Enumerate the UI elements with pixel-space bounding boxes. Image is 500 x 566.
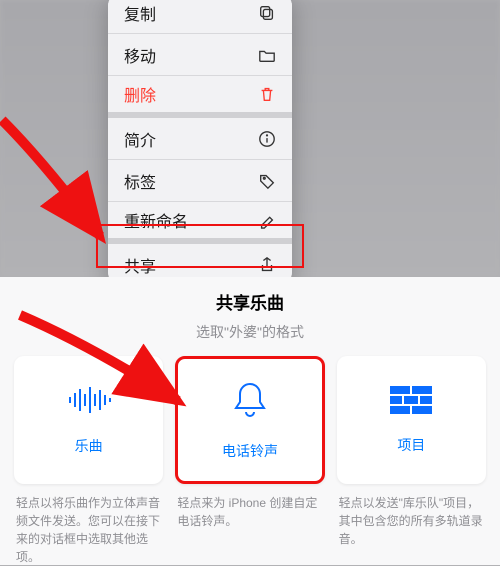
share-icon: [258, 256, 276, 274]
info-icon: [258, 130, 276, 148]
menu-item-delete[interactable]: 删除: [108, 76, 292, 118]
context-menu: 复制 移动 删除 简介 标签: [108, 0, 292, 286]
tile-label: 项目: [397, 435, 425, 455]
tile-label: 乐曲: [75, 436, 103, 456]
tile-card-song[interactable]: 乐曲: [14, 356, 163, 484]
menu-item-label: 简介: [124, 127, 156, 151]
menu-item-label: 删除: [124, 82, 156, 106]
tile-desc: 轻点以发送"库乐队"项目，其中包含您的所有多轨道录音。: [337, 494, 486, 548]
tile-desc: 轻点以将乐曲作为立体声音频文件发送。您可以在接下来的对话框中选取其他选项。: [14, 494, 163, 566]
menu-item-label: 标签: [124, 169, 156, 193]
menu-item-tag[interactable]: 标签: [108, 160, 292, 202]
tile-card-ringtone[interactable]: 电话铃声: [175, 356, 324, 484]
waveform-icon: [66, 385, 112, 420]
pencil-icon: [258, 211, 276, 229]
tile-song: 乐曲 轻点以将乐曲作为立体声音频文件发送。您可以在接下来的对话框中选取其他选项。: [14, 356, 163, 566]
tile-row: 乐曲 轻点以将乐曲作为立体声音频文件发送。您可以在接下来的对话框中选取其他选项。…: [0, 356, 500, 566]
tile-project: 项目 轻点以发送"库乐队"项目，其中包含您的所有多轨道录音。: [337, 356, 486, 566]
tile-ringtone: 电话铃声 轻点来为 iPhone 创建自定电话铃声。: [175, 356, 324, 566]
tag-icon: [258, 172, 276, 190]
menu-item-copy[interactable]: 复制: [108, 0, 292, 34]
menu-item-rename[interactable]: 重新命名: [108, 202, 292, 244]
tile-desc: 轻点来为 iPhone 创建自定电话铃声。: [175, 494, 324, 530]
bricks-icon: [390, 386, 432, 419]
menu-item-label: 重新命名: [124, 208, 188, 232]
trash-icon: [258, 85, 276, 103]
menu-item-info[interactable]: 简介: [108, 118, 292, 160]
menu-item-label: 共享: [124, 253, 156, 277]
folder-icon: [258, 46, 276, 64]
sheet-title: 共享乐曲: [0, 277, 500, 322]
menu-item-label: 复制: [124, 1, 156, 25]
copy-icon: [258, 4, 276, 22]
bell-icon: [231, 380, 269, 425]
tile-card-project[interactable]: 项目: [337, 356, 486, 484]
tile-label: 电话铃声: [222, 441, 278, 461]
menu-item-move[interactable]: 移动: [108, 34, 292, 76]
top-region: 复制 移动 删除 简介 标签: [0, 0, 500, 277]
sheet-subtitle: 选取"外婆"的格式: [0, 322, 500, 342]
menu-item-label: 移动: [124, 43, 156, 67]
share-sheet: 共享乐曲 选取"外婆"的格式 乐曲 轻点以将乐曲作为立体声音频文件发送。您可以在…: [0, 277, 500, 565]
